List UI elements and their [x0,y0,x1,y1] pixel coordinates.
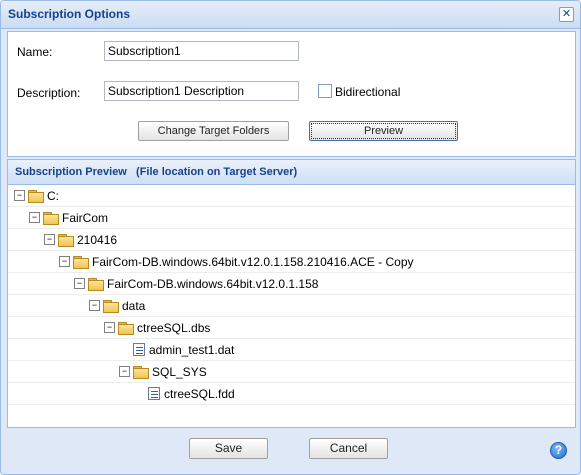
tree-node[interactable]: − FairCom-DB.windows.64bit.v12.0.1.158.21… [59,254,414,269]
tree-row[interactable]: − C: [8,185,575,207]
change-target-folders-button[interactable]: Change Target Folders [138,121,289,141]
file-label: ctreeSQL.fdd [164,386,235,401]
file-icon [148,387,160,400]
tree-node[interactable]: admin_test1.dat [119,342,234,357]
preview-button[interactable]: Preview [309,121,458,141]
bidirectional-label: Bidirectional [335,85,401,99]
file-label: admin_test1.dat [149,342,235,357]
collapse-toggle-icon[interactable]: − [44,234,55,245]
panel-header: Subscription Preview (File location on T… [8,160,575,185]
panel-title: Subscription Preview (File location on T… [15,166,297,178]
folder-label: SQL_SYS [152,364,207,379]
folder-icon [28,189,44,203]
collapse-toggle-icon[interactable]: − [29,212,40,223]
description-label: Description: [17,86,81,100]
collapse-toggle-icon[interactable]: − [89,300,100,311]
tree-row[interactable]: − ctreeSQL.dbs [8,317,575,339]
folder-icon [73,255,89,269]
cancel-button[interactable]: Cancel [309,438,388,459]
title-bar[interactable]: Subscription Options ✕ [1,1,580,29]
folder-label: ctreeSQL.dbs [137,320,211,335]
collapse-toggle-icon[interactable]: − [104,322,115,333]
collapse-toggle-icon[interactable]: − [14,190,25,201]
file-icon [133,343,145,356]
options-form: Name: Description: Bidirectional Change … [7,31,576,157]
folder-label: FairCom-DB.windows.64bit.v12.0.1.158.210… [92,254,414,269]
name-label: Name: [17,45,53,59]
close-icon[interactable]: ✕ [559,7,574,22]
tree-row[interactable]: − FairCom-DB.windows.64bit.v12.0.1.158.21… [8,251,575,273]
folder-label: 210416 [77,232,118,247]
collapse-toggle-icon[interactable]: − [119,366,130,377]
folder-icon [43,211,59,225]
tree-row[interactable]: − FairCom [8,207,575,229]
folder-tree: − C: − FairCom −210416− FairCom-DB.windows.64… [8,185,575,405]
tree-row[interactable]: ctreeSQL.fdd [8,383,575,405]
tree-node[interactable]: − C: [14,188,59,203]
tree-row[interactable]: admin_test1.dat [8,339,575,361]
name-input[interactable] [104,41,299,61]
folder-icon [133,365,149,379]
folder-icon [103,299,119,313]
tree-node[interactable]: − ctreeSQL.dbs [104,320,210,335]
tree-row[interactable]: − SQL_SYS [8,361,575,383]
tree-row[interactable]: − 210416 [8,229,575,251]
help-icon[interactable]: ? [550,442,567,459]
tree-node[interactable]: − FairCom-DB.windows.64bit.v12.0.1.158 [74,276,318,291]
tree-node[interactable]: ctreeSQL.fdd [134,386,235,401]
folder-icon [118,321,134,335]
tree-row[interactable]: − data [8,295,575,317]
tree-node[interactable]: − SQL_SYS [119,364,207,379]
folder-icon [88,277,104,291]
tree-row[interactable]: − FairCom-DB.windows.64bit.v12.0.1.158 [8,273,575,295]
dialog-title: Subscription Options [8,7,130,21]
subscription-preview-panel: Subscription Preview (File location on T… [7,159,576,428]
subscription-options-dialog: Subscription Options ✕ Name: Description… [0,0,581,475]
save-button[interactable]: Save [189,438,268,459]
folder-label: FairCom [62,210,109,225]
description-input[interactable] [104,81,299,101]
collapse-toggle-icon[interactable]: − [74,278,85,289]
panel-title-sub: (File location on Target Server) [136,166,298,178]
panel-title-main: Subscription Preview [15,166,127,178]
folder-icon [58,233,74,247]
folder-label: C: [47,188,59,203]
folder-label: data [122,298,146,313]
tree-node[interactable]: − 210416 [44,232,117,247]
folder-label: FairCom-DB.windows.64bit.v12.0.1.158 [107,276,319,291]
bidirectional-checkbox[interactable] [318,84,332,98]
collapse-toggle-icon[interactable]: − [59,256,70,267]
tree-node[interactable]: − data [89,298,145,313]
tree-node[interactable]: − FairCom [29,210,108,225]
